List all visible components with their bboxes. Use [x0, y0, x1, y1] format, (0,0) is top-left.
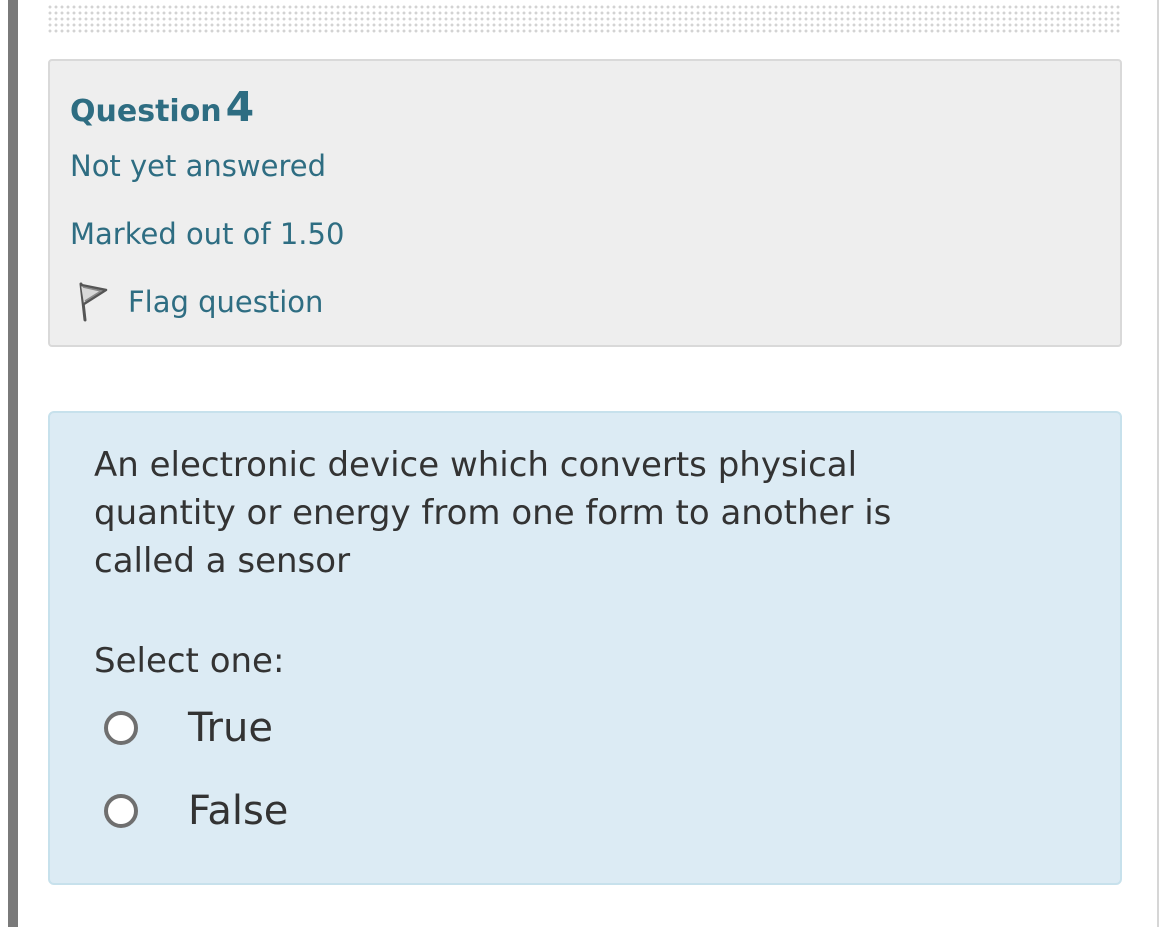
option-true-label: True	[188, 705, 273, 751]
flag-question-link[interactable]: Flag question	[74, 281, 323, 323]
question-info-panel: Question4 Not yet answered Marked out of…	[48, 59, 1122, 347]
flag-question-label: Flag question	[128, 285, 324, 319]
option-false[interactable]: False	[104, 788, 288, 834]
question-text: An electronic device which converts phys…	[94, 445, 892, 581]
option-true[interactable]: True	[104, 705, 273, 751]
right-border	[1157, 0, 1159, 927]
question-heading: Question4	[70, 83, 254, 131]
quiz-page: Question4 Not yet answered Marked out of…	[0, 0, 1170, 927]
left-border	[8, 0, 18, 927]
question-content-panel: An electronic device which converts phys…	[48, 411, 1122, 885]
option-false-label: False	[188, 788, 289, 834]
question-label: Question	[70, 94, 222, 129]
radio-icon[interactable]	[104, 711, 138, 745]
navigation-divider	[47, 4, 1122, 34]
marks-info: Marked out of 1.50	[70, 217, 345, 251]
question-number: 4	[225, 83, 255, 131]
radio-icon[interactable]	[104, 794, 138, 828]
flag-icon	[74, 281, 110, 323]
select-one-prompt: Select one:	[94, 641, 285, 681]
answer-status: Not yet answered	[70, 149, 326, 183]
